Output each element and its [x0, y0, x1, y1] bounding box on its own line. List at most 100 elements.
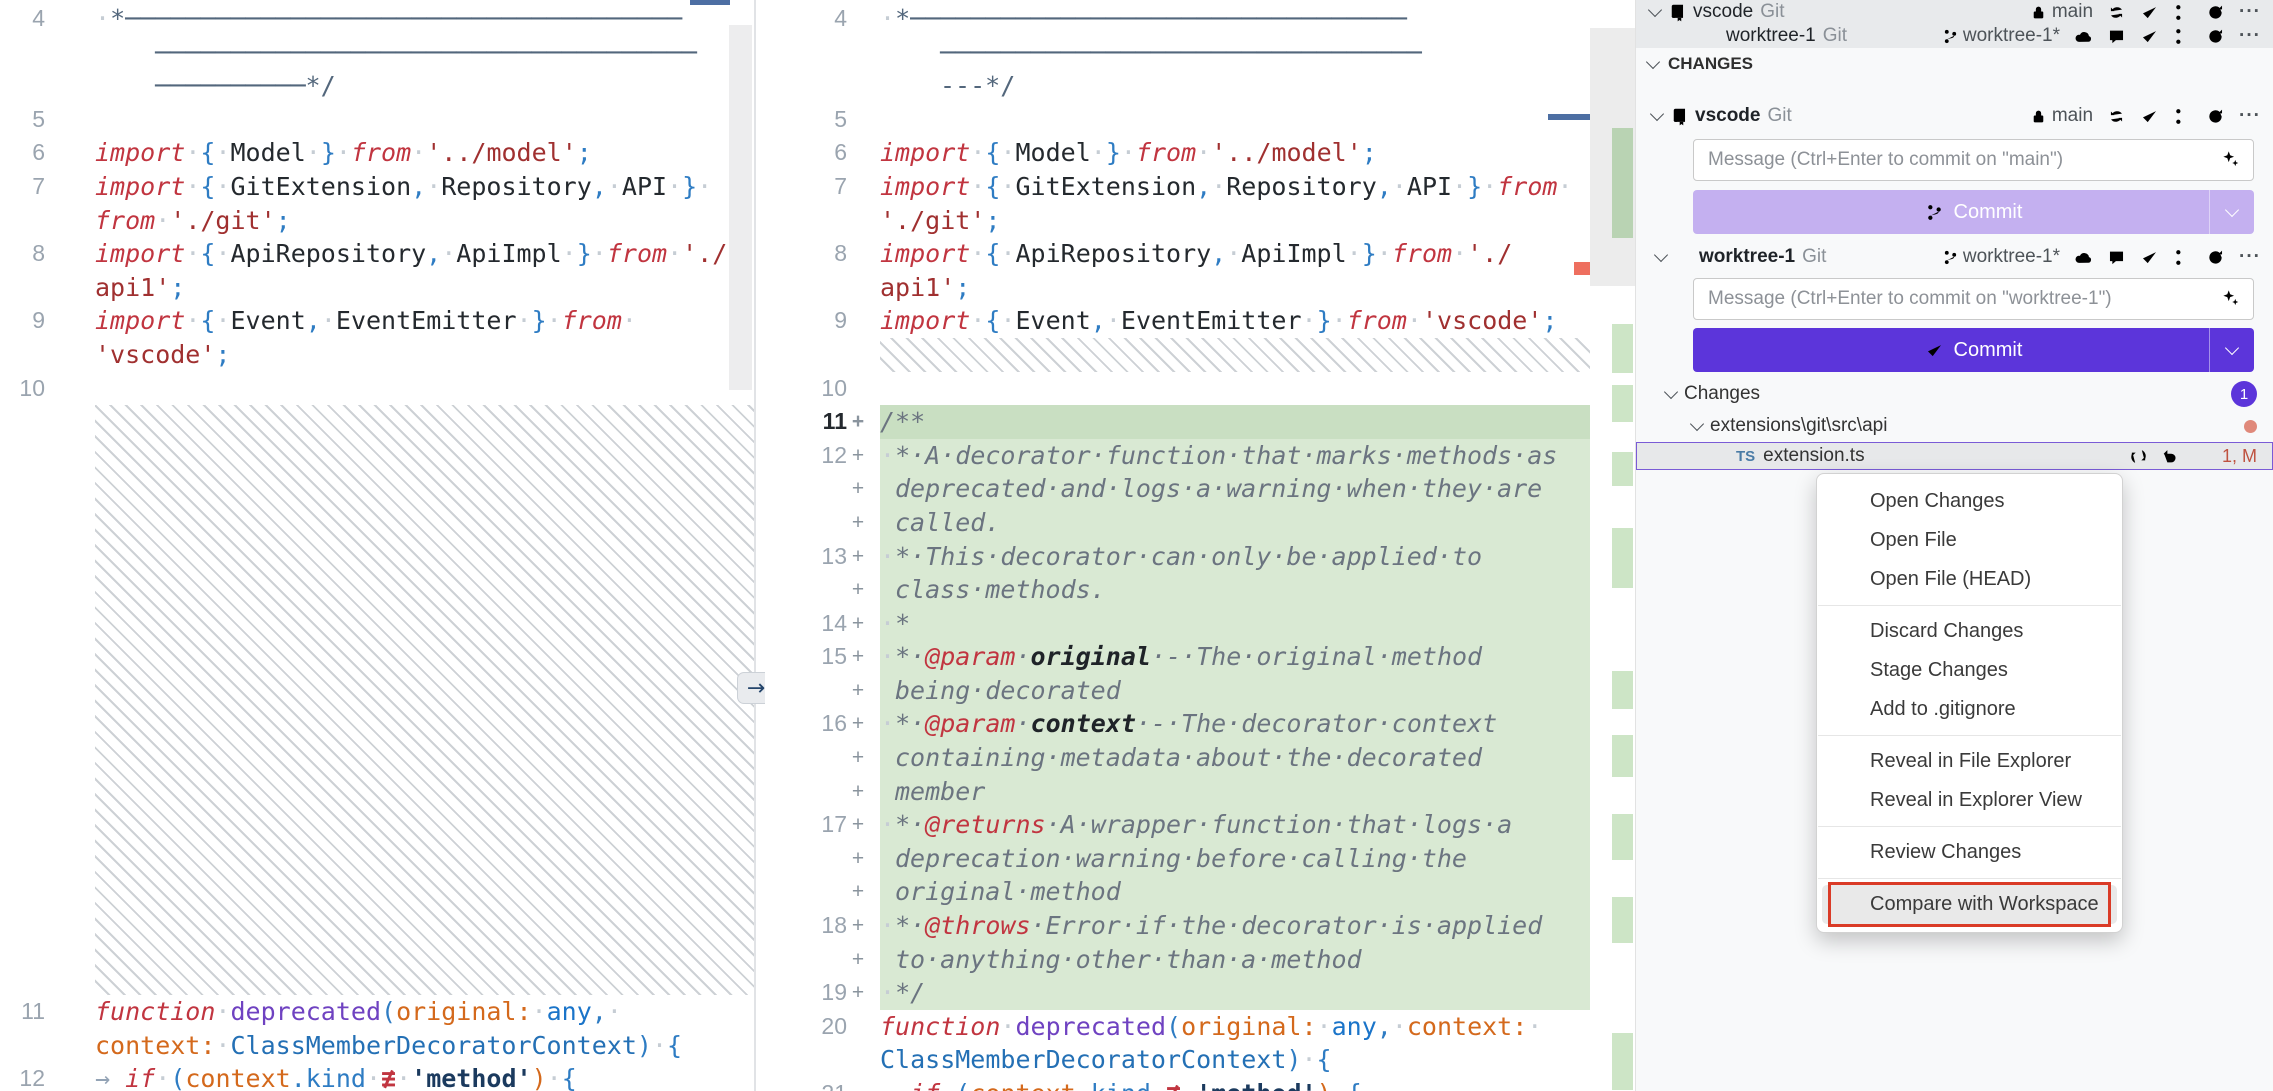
branch-label[interactable]: worktree-1* — [1963, 246, 2060, 268]
overview-added-mark — [1612, 128, 1633, 238]
context-menu: Open Changes Open File Open File (HEAD) … — [1816, 473, 2123, 933]
chevron-down-icon[interactable] — [1654, 248, 1668, 262]
commit-message-input-main[interactable] — [1693, 139, 2254, 181]
sync-icon[interactable] — [2107, 3, 2126, 22]
more-actions-icon[interactable]: ··· — [2239, 246, 2261, 268]
branch-label[interactable]: main — [2052, 105, 2093, 127]
create-branch-icon[interactable] — [2173, 3, 2192, 22]
commit-dropdown[interactable] — [2209, 190, 2254, 234]
commit-check-icon[interactable] — [2140, 3, 2159, 22]
commit-check-icon[interactable] — [2140, 27, 2159, 46]
menu-separator — [1818, 826, 2121, 827]
commit-label: Commit — [1954, 339, 2023, 362]
chevron-down-icon[interactable] — [1648, 3, 1662, 17]
tree-item-folder[interactable]: extensions\git\src\api — [1636, 412, 2273, 440]
overview-added-mark — [1612, 735, 1633, 777]
group-header-worktree[interactable]: worktree-1 Git worktree-1* ··· — [1636, 243, 2273, 271]
menu-item-open-file[interactable]: Open File — [1822, 521, 2117, 560]
commit-message-input-worktree[interactable] — [1693, 278, 2254, 320]
create-branch-icon[interactable] — [2173, 107, 2192, 126]
overview-added-mark — [1612, 452, 1633, 486]
git-commit-icon — [1925, 203, 1944, 222]
menu-item-open-changes[interactable]: Open Changes — [1822, 482, 2117, 521]
menu-item-stage-changes[interactable]: Stage Changes — [1822, 651, 2117, 690]
cloud-upload-icon[interactable] — [2074, 27, 2093, 46]
commit-check-icon[interactable] — [2140, 248, 2159, 267]
repo-row-vscode[interactable]: vscode Git main ··· — [1636, 0, 2273, 24]
tree-item-changes[interactable]: Changes 1 — [1636, 380, 2273, 408]
chevron-down-icon[interactable] — [1664, 385, 1678, 399]
worktree-icon — [1673, 248, 1692, 267]
code-comment-icon[interactable] — [2107, 27, 2126, 46]
more-actions-icon[interactable]: ··· — [2239, 105, 2261, 127]
section-title: CHANGES — [1668, 54, 1753, 74]
lock-icon — [2030, 108, 2047, 125]
commit-button-main-disabled[interactable]: Commit — [1693, 190, 2254, 234]
diff-editor-original[interactable]: 4·*─────────────────────────────────────… — [0, 0, 755, 1091]
git-branch-icon — [1942, 249, 1959, 266]
create-branch-icon[interactable] — [2173, 248, 2192, 267]
typescript-file-icon: TS — [1736, 448, 1755, 465]
more-actions-icon[interactable]: ··· — [2239, 1, 2261, 23]
overview-modified-mark-left — [690, 0, 730, 5]
modified-code: 4·*─────────────────────────────────────… — [765, 2, 1590, 1091]
diff-editor-modified[interactable]: 4·*─────────────────────────────────────… — [765, 0, 1635, 1091]
overview-added-mark — [1612, 528, 1633, 588]
code-comment-icon[interactable] — [2107, 248, 2126, 267]
modified-dot-icon — [2244, 420, 2257, 433]
menu-separator — [1818, 605, 2121, 606]
chevron-down-icon — [2225, 341, 2239, 355]
more-actions-icon[interactable]: ··· — [2239, 25, 2261, 47]
chevron-down-icon — [1646, 55, 1660, 69]
source-control-panel: vscode Git main ··· worktree-1 Git workt… — [1635, 0, 2273, 1091]
menu-item-reveal-in-file-explorer[interactable]: Reveal in File Explorer — [1822, 742, 2117, 781]
discard-changes-icon[interactable] — [2160, 447, 2179, 466]
worktree-icon — [1700, 27, 1719, 46]
refresh-icon[interactable] — [2206, 3, 2225, 22]
overview-added-mark — [1612, 671, 1633, 709]
sync-icon[interactable] — [2107, 107, 2126, 126]
refresh-icon[interactable] — [2206, 107, 2225, 126]
menu-item-discard-changes[interactable]: Discard Changes — [1822, 612, 2117, 651]
diff-editor-sash[interactable] — [754, 0, 756, 1091]
branch-label[interactable]: main — [2052, 1, 2093, 23]
git-branch-icon — [1942, 28, 1959, 45]
stage-changes-icon[interactable] — [2191, 447, 2210, 466]
cloud-upload-icon[interactable] — [2074, 248, 2093, 267]
commit-check-icon[interactable] — [2140, 107, 2159, 126]
overview-deleted-mark — [1574, 262, 1590, 275]
scrollbar-slider-left[interactable] — [729, 25, 752, 390]
group-name: vscode — [1695, 105, 1760, 127]
chevron-down-icon[interactable] — [1690, 417, 1704, 431]
create-branch-icon[interactable] — [2173, 27, 2192, 46]
changes-label: Changes — [1684, 383, 1760, 405]
group-name: worktree-1 — [1699, 246, 1795, 268]
menu-item-reveal-in-explorer-view[interactable]: Reveal in Explorer View — [1822, 781, 2117, 820]
group-header-vscode[interactable]: vscode Git main ··· — [1636, 102, 2273, 130]
open-changes-icon[interactable] — [2129, 447, 2148, 466]
changes-section-header[interactable]: CHANGES — [1636, 51, 2273, 77]
repo-row-worktree[interactable]: worktree-1 Git worktree-1* ··· — [1636, 24, 2273, 48]
menu-item-review-changes[interactable]: Review Changes — [1822, 833, 2117, 872]
lock-icon — [2030, 4, 2047, 21]
menu-item-add-to-gitignore[interactable]: Add to .gitignore — [1822, 690, 2117, 729]
chevron-down-icon — [2225, 203, 2239, 217]
repo-type-label: Git — [1823, 25, 1847, 47]
tree-item-file-extension-ts[interactable]: TS extension.ts 1, M — [1636, 442, 2273, 470]
menu-item-open-file-head[interactable]: Open File (HEAD) — [1822, 560, 2117, 599]
group-type-label: Git — [1767, 105, 1791, 127]
repo-name: worktree-1 — [1726, 25, 1816, 47]
commit-dropdown[interactable] — [2209, 328, 2254, 372]
chevron-down-icon[interactable] — [1650, 107, 1664, 121]
overview-added-mark — [1612, 385, 1633, 422]
file-status-badge: 1, M — [2222, 446, 2257, 467]
refresh-icon[interactable] — [2206, 248, 2225, 267]
folder-path-label: extensions\git\src\api — [1710, 415, 1887, 437]
sparkle-icon[interactable] — [2221, 288, 2240, 307]
sparkle-icon[interactable] — [2221, 149, 2240, 168]
refresh-icon[interactable] — [2206, 27, 2225, 46]
repo-name: vscode — [1693, 1, 1753, 23]
branch-label[interactable]: worktree-1* — [1963, 25, 2060, 47]
menu-item-compare-with-workspace[interactable]: Compare with Workspace — [1822, 885, 2117, 924]
commit-button-worktree[interactable]: Commit — [1693, 328, 2254, 372]
